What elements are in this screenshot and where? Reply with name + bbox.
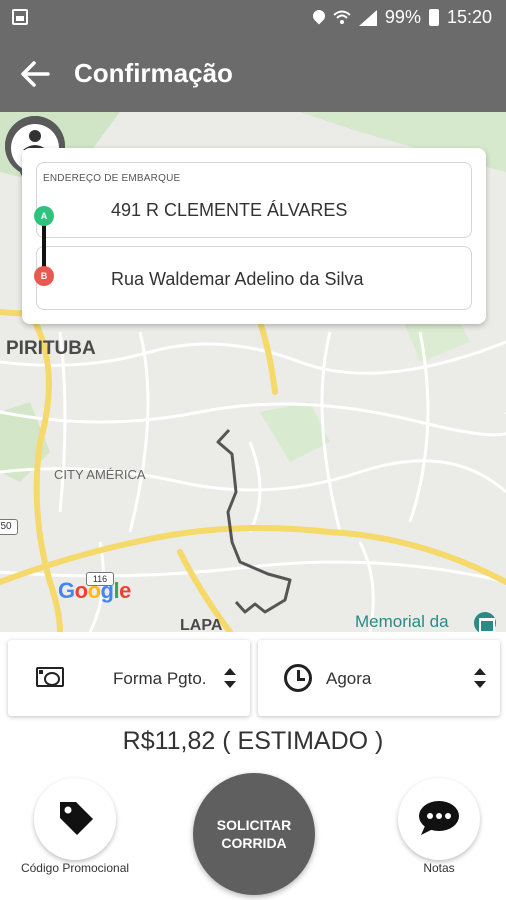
notes-button[interactable] <box>398 778 480 860</box>
promo-code-button[interactable] <box>34 778 116 860</box>
schedule-select[interactable]: Agora <box>258 640 500 716</box>
pickup-address: 491 R CLEMENTE ÁLVARES <box>111 200 348 220</box>
fare-estimate: R$11,82 ( ESTIMADO ) <box>122 727 384 755</box>
cash-icon <box>36 667 64 687</box>
schedule-label: Agora <box>326 669 372 688</box>
pickup-address-field[interactable]: ENDEREÇO DE EMBARQUE 491 R CLEMENTE ÁLVA… <box>36 162 472 238</box>
signal-icon <box>358 9 377 26</box>
map-label-city-america: CITY AMÉRICA <box>54 467 146 482</box>
page-title: Confirmação <box>74 58 233 88</box>
museum-icon <box>474 612 496 632</box>
address-card: ENDEREÇO DE EMBARQUE 491 R CLEMENTE ÁLVA… <box>22 148 486 324</box>
notes-label: Notas <box>423 861 455 875</box>
map-label-memorial: Memorial da <box>355 612 449 631</box>
google-logo: Google <box>58 578 131 603</box>
destination-marker-icon: B <box>34 266 54 286</box>
destination-address: Rua Waldemar Adelino da Silva <box>111 269 364 289</box>
road-shield-50: 50 <box>0 519 18 535</box>
route-connector <box>42 224 46 268</box>
origin-marker-icon: A <box>34 206 54 226</box>
tag-icon <box>60 802 93 835</box>
payment-method-select[interactable]: Forma Pgto. <box>8 640 250 716</box>
status-bar: 99% 15:20 <box>0 0 506 36</box>
request-ride-button[interactable]: SOLICITAR CORRIDA <box>193 773 315 895</box>
gallery-icon <box>12 9 28 25</box>
battery-percent: 99% <box>384 7 421 27</box>
map-label-pirituba: PIRITUBA <box>6 338 96 359</box>
back-arrow-icon[interactable] <box>18 58 52 90</box>
battery-icon <box>428 9 439 26</box>
map-label-lapa: LAPA <box>180 617 223 632</box>
destination-address-field[interactable]: Rua Waldemar Adelino da Silva <box>36 246 472 310</box>
promo-code-label: Código Promocional <box>20 861 130 875</box>
payment-method-label: Forma Pgto. <box>113 669 207 688</box>
app-bar: Confirmação <box>0 36 506 112</box>
clock-time: 15:20 <box>446 7 492 27</box>
clock-icon <box>284 664 312 692</box>
sort-arrows-icon <box>224 668 236 688</box>
location-icon <box>313 10 325 26</box>
status-indicators: 99% 15:20 <box>313 7 492 28</box>
sort-arrows-icon <box>474 668 486 688</box>
wifi-icon <box>333 10 351 24</box>
request-ride-label: SOLICITAR CORRIDA <box>216 817 292 851</box>
pickup-caption: ENDEREÇO DE EMBARQUE <box>43 173 181 184</box>
chat-bubble-icon <box>419 801 459 835</box>
